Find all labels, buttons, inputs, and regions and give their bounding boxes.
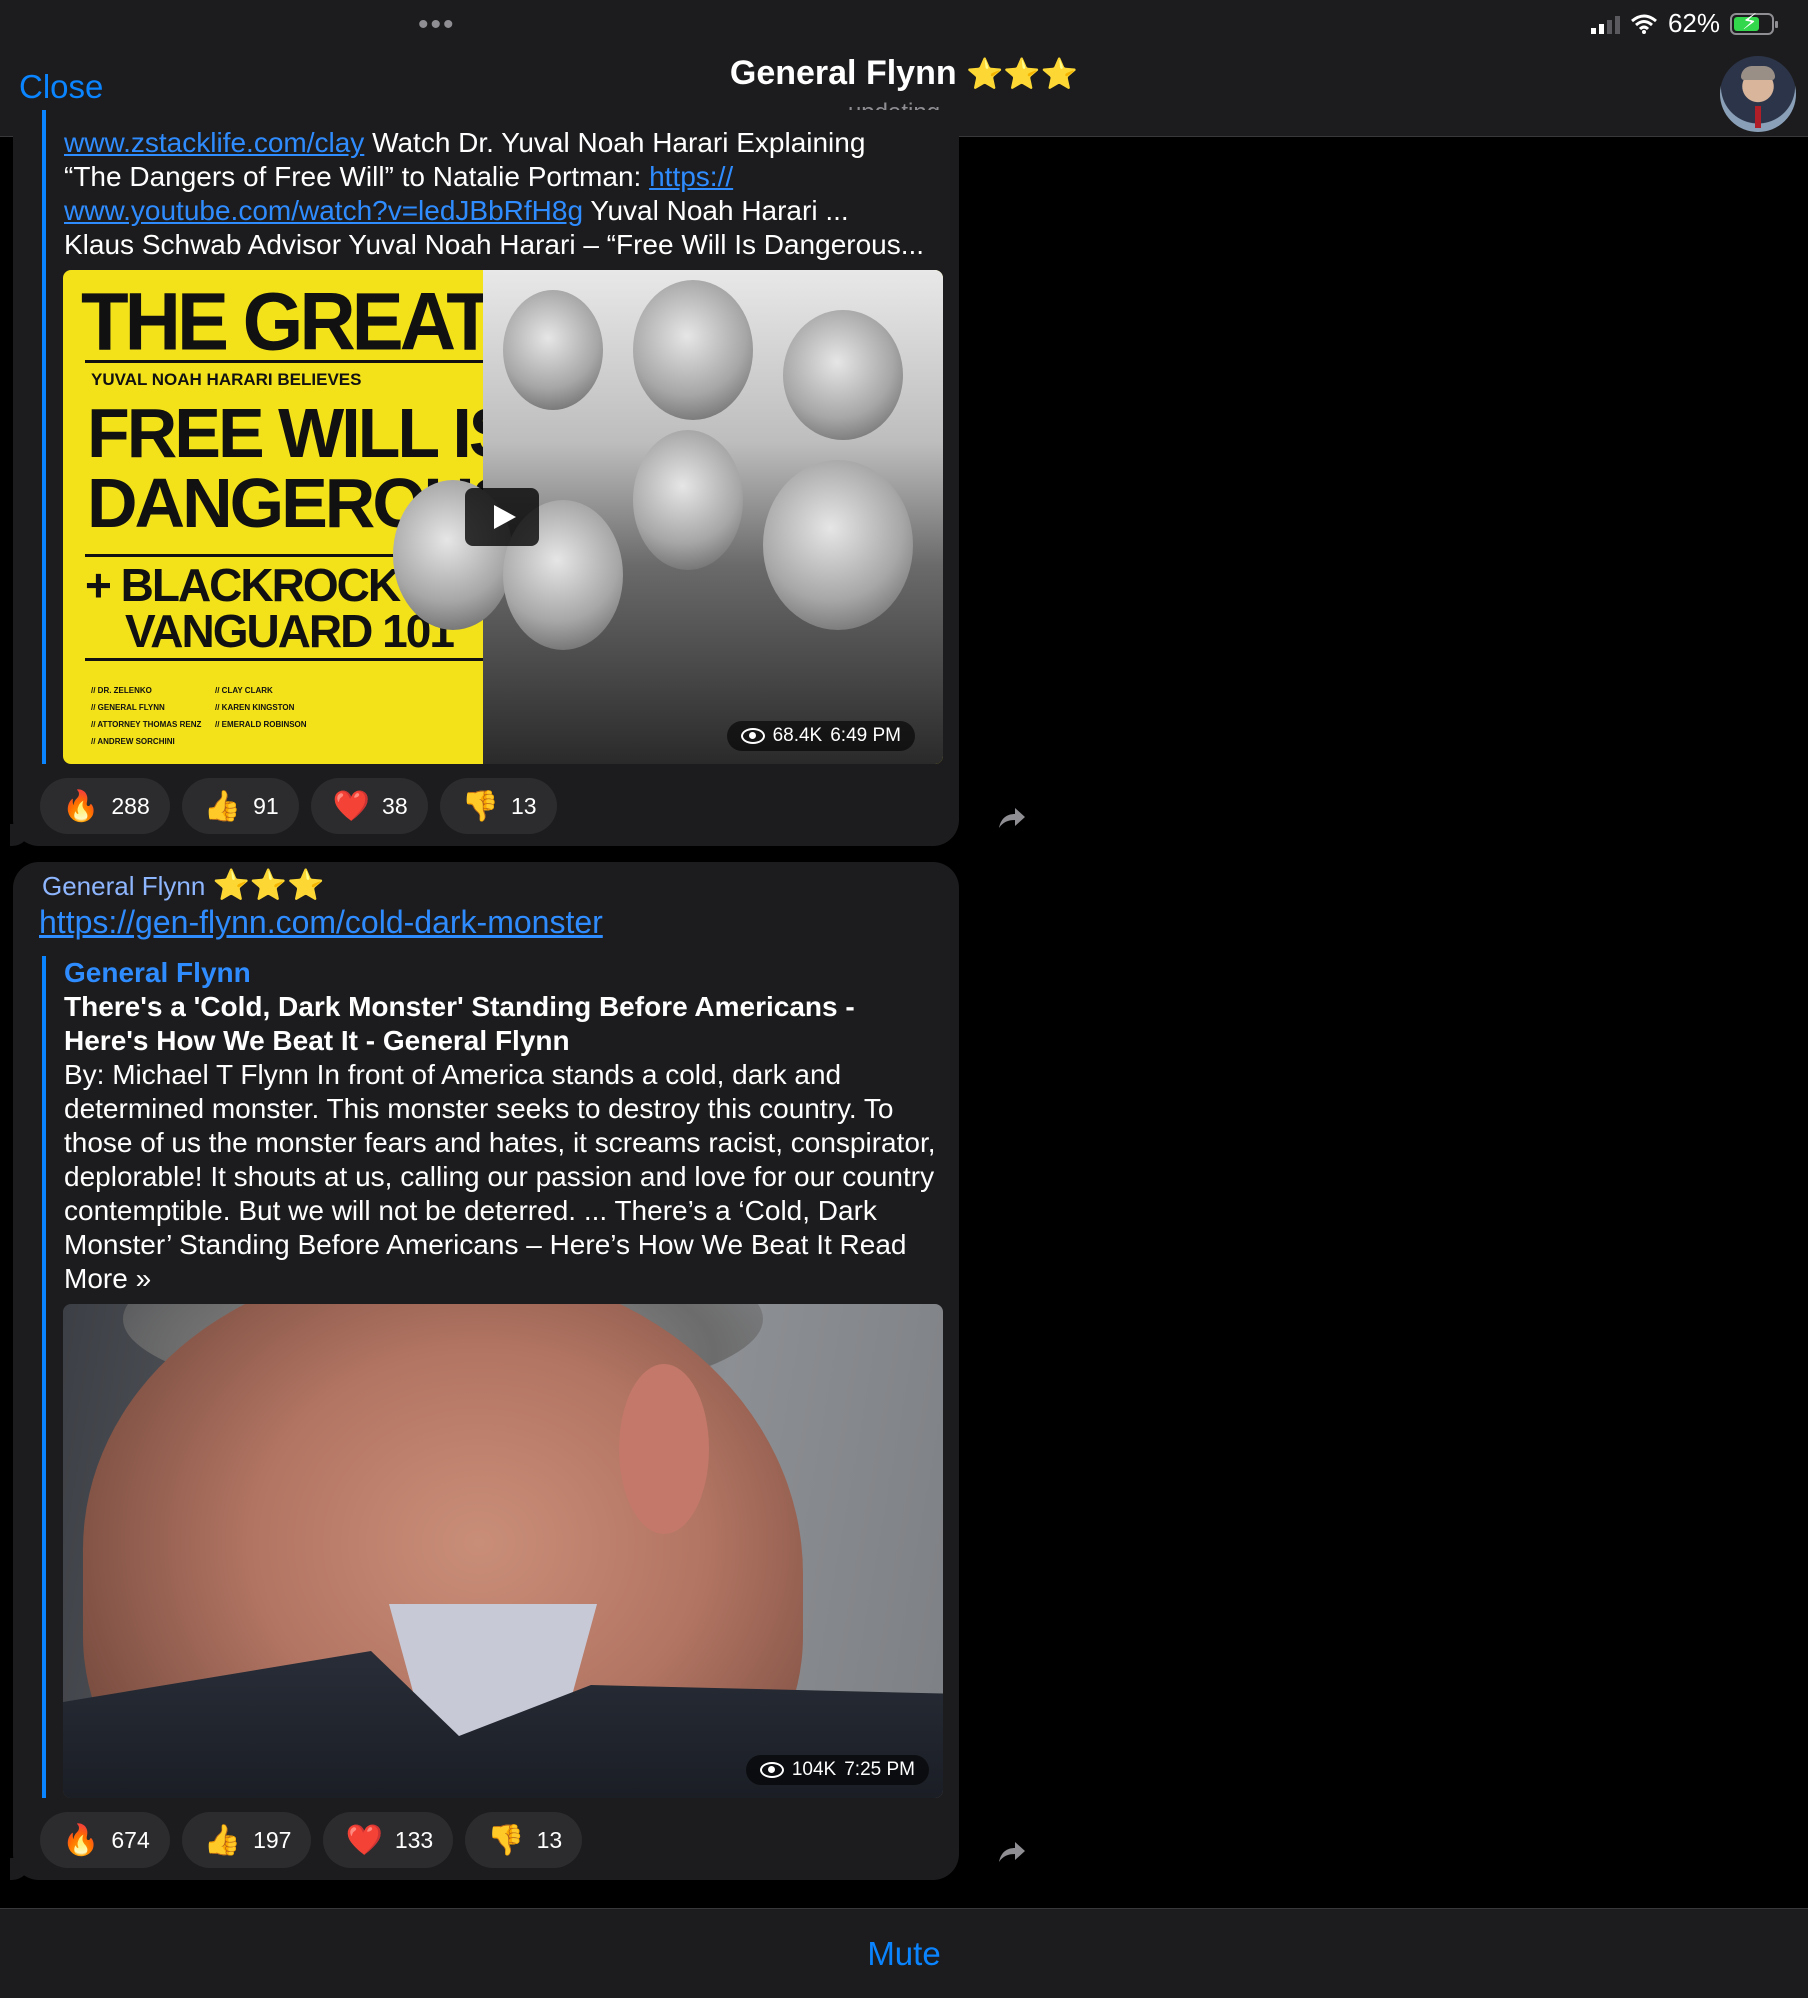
reactions-bar: 🔥 674 👍 197 ❤️ 133 👎 13 bbox=[40, 1812, 583, 1868]
heart-icon: ❤️ bbox=[345, 1823, 383, 1857]
title-stars: ⭐⭐⭐ bbox=[966, 58, 1079, 91]
reaction-thumbs-down[interactable]: 👎 13 bbox=[439, 778, 557, 834]
play-icon[interactable] bbox=[465, 488, 539, 546]
view-count: 68.4K bbox=[772, 725, 823, 746]
channel-avatar[interactable] bbox=[1720, 56, 1796, 132]
poster-divider bbox=[85, 658, 495, 661]
wifi-icon bbox=[1630, 14, 1657, 34]
preview-line: www.youtube.com/watch?v=ledJBbRfH8g Yuva… bbox=[64, 195, 849, 226]
link-preview[interactable]: www.zstacklife.com/clay Watch Dr. Yuval … bbox=[42, 110, 946, 764]
preview-text: www.zstacklife.com/clay Watch Dr. Yuval … bbox=[64, 126, 946, 262]
eye-icon bbox=[759, 1762, 784, 1778]
preview-link[interactable]: www.youtube.com/watch?v=ledJBbRfH8g bbox=[64, 195, 583, 226]
fire-icon: 🔥 bbox=[62, 1823, 100, 1857]
preview-description: By: Michael T Flynn In front of America … bbox=[64, 1059, 936, 1294]
poster-names-right: // CLAY CLARK // KAREN KINGSTON // EMERA… bbox=[215, 686, 307, 729]
thumbs-up-icon: 👍 bbox=[203, 789, 242, 823]
video-thumbnail[interactable]: THE GREAT RESET YUVAL NOAH HARARI BELIEV… bbox=[63, 270, 943, 764]
chat-title[interactable]: General Flynn ⭐⭐⭐ bbox=[0, 54, 1808, 93]
preview-line: “The Dangers of Free Will” to Natalie Po… bbox=[64, 161, 734, 192]
poster-names-left: // DR. ZELENKO // GENERAL FLYNN // ATTOR… bbox=[91, 686, 202, 746]
reaction-fire[interactable]: 🔥 674 bbox=[40, 1812, 170, 1868]
preview-link[interactable]: www.zstacklife.com/clay bbox=[64, 127, 364, 158]
preview-site-name: General Flynn bbox=[64, 957, 251, 988]
thumbs-down-icon: 👎 bbox=[487, 1823, 525, 1857]
bubble-tail bbox=[10, 824, 30, 846]
message-bubble[interactable]: General Flynn ⭐⭐⭐ https://gen-flynn.com/… bbox=[10, 862, 959, 1880]
cellular-signal-icon bbox=[1590, 14, 1620, 34]
chat-title-text: General Flynn bbox=[729, 54, 957, 92]
status-indicators: 62% ⚡ bbox=[1590, 8, 1778, 39]
reaction-thumbs-up[interactable]: 👍 91 bbox=[181, 778, 299, 834]
message-time: 7:25 PM bbox=[844, 1759, 915, 1780]
bottom-bar: Mute bbox=[0, 1908, 1808, 1998]
status-bar: ••• 62% ⚡ bbox=[0, 0, 1808, 48]
poster-divider bbox=[85, 360, 495, 363]
views-time-badge: 104K 7:25 PM bbox=[745, 1755, 929, 1785]
preview-text: General Flynn There's a 'Cold, Dark Mons… bbox=[64, 956, 946, 1296]
sender-stars: ⭐⭐⭐ bbox=[212, 869, 325, 902]
reaction-thumbs-down[interactable]: 👎 13 bbox=[465, 1812, 583, 1868]
view-count: 104K bbox=[791, 1759, 837, 1780]
reaction-fire[interactable]: 🔥 288 bbox=[40, 778, 170, 834]
preview-line: www.zstacklife.com/clay Watch Dr. Yuval … bbox=[64, 127, 866, 158]
message-bubble[interactable]: www.zstacklife.com/clay Watch Dr. Yuval … bbox=[10, 110, 959, 846]
bubble-tail bbox=[10, 1858, 30, 1880]
message-link[interactable]: https://gen-flynn.com/cold-dark-monster bbox=[39, 904, 603, 941]
reactions-bar: 🔥 288 👍 91 ❤️ 38 👎 13 bbox=[40, 778, 557, 834]
reaction-heart[interactable]: ❤️ 133 bbox=[323, 1812, 454, 1868]
views-time-badge: 68.4K 6:49 PM bbox=[726, 721, 915, 751]
preview-title: There's a 'Cold, Dark Monster' Standing … bbox=[64, 991, 855, 1056]
reaction-heart[interactable]: ❤️ 38 bbox=[310, 778, 428, 834]
preview-link[interactable]: https:// bbox=[649, 161, 733, 192]
more-dots-icon[interactable]: ••• bbox=[418, 8, 456, 42]
article-image[interactable]: 104K 7:25 PM bbox=[63, 1304, 943, 1798]
share-icon[interactable] bbox=[995, 800, 1029, 834]
battery-charging-icon: ⚡ bbox=[1730, 9, 1778, 35]
mute-button[interactable]: Mute bbox=[0, 1935, 1808, 1973]
thumbs-up-icon: 👍 bbox=[203, 1823, 242, 1857]
heart-icon: ❤️ bbox=[332, 789, 371, 823]
sender-name[interactable]: General Flynn ⭐⭐⭐ bbox=[42, 868, 325, 903]
message-time: 6:49 PM bbox=[830, 725, 901, 746]
reaction-thumbs-up[interactable]: 👍 197 bbox=[181, 1812, 312, 1868]
preview-line: Klaus Schwab Advisor Yuval Noah Harari –… bbox=[64, 229, 925, 260]
poster-kicker: YUVAL NOAH HARARI BELIEVES bbox=[91, 370, 362, 389]
eye-icon bbox=[740, 728, 765, 744]
poster-photo-collage bbox=[393, 270, 943, 764]
fire-icon: 🔥 bbox=[62, 789, 100, 823]
share-icon[interactable] bbox=[995, 1834, 1029, 1868]
battery-percent: 62% bbox=[1667, 8, 1720, 38]
thumbs-down-icon: 👎 bbox=[461, 789, 499, 823]
link-preview[interactable]: General Flynn There's a 'Cold, Dark Mons… bbox=[42, 956, 946, 1798]
